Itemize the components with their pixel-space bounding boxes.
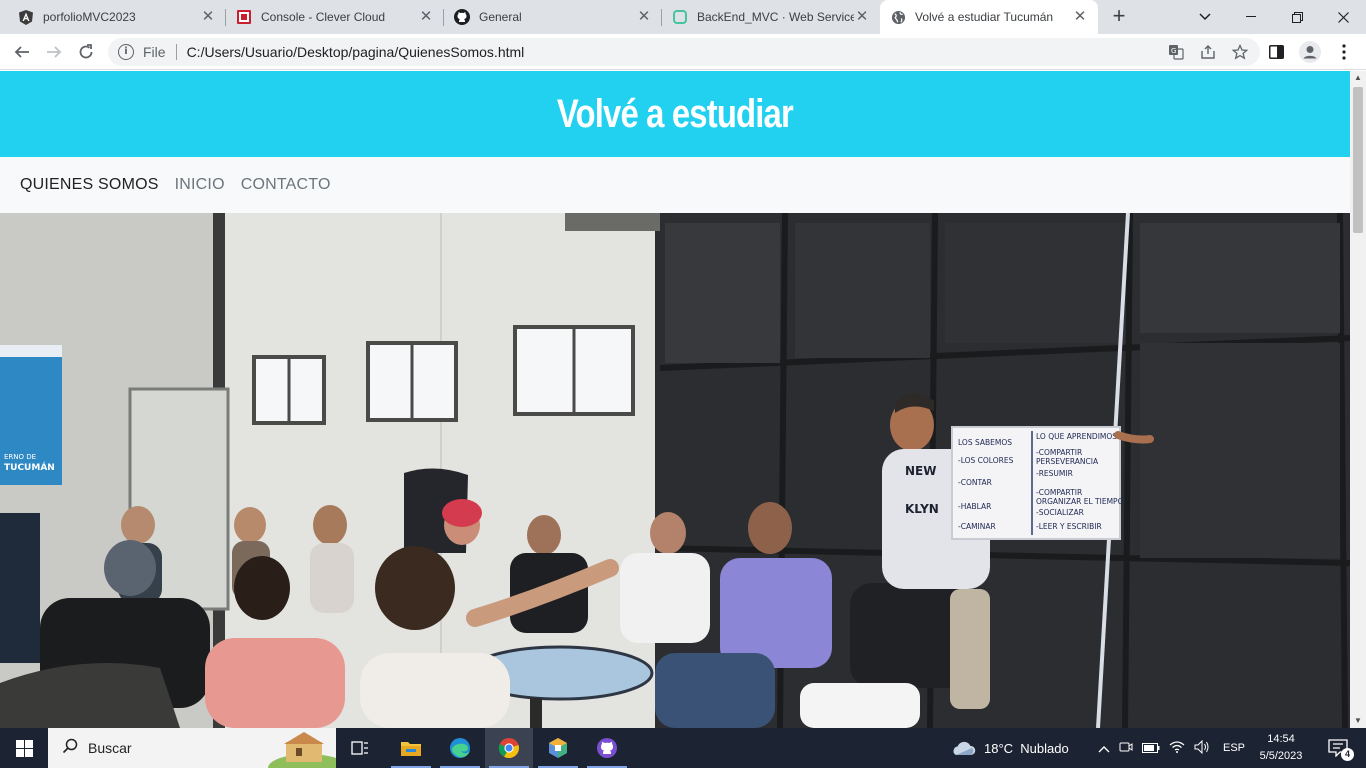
svg-text:-COMPARTIR: -COMPARTIR	[1036, 488, 1082, 497]
tab-title: General	[479, 10, 522, 24]
close-window-button[interactable]	[1320, 0, 1366, 34]
tab-backend-mvc[interactable]: BackEnd_MVC · Web Service ✕	[662, 0, 880, 34]
minimize-button[interactable]	[1228, 0, 1274, 34]
system-tray: ESP	[1098, 728, 1245, 768]
svg-text:ORGANIZAR EL TIEMPO: ORGANIZAR EL TIEMPO	[1036, 497, 1124, 506]
task-view-icon[interactable]	[336, 728, 384, 768]
file-explorer-icon[interactable]	[387, 728, 435, 768]
tab-github-general[interactable]: General ✕	[444, 0, 662, 34]
browser-menu-icon[interactable]	[1330, 38, 1358, 66]
site-nav: QUIENES SOMOS INICIO CONTACTO	[0, 157, 1350, 213]
browser-toolbar: i File C:/Users/Usuario/Desktop/pagina/Q…	[0, 34, 1366, 70]
url-text[interactable]: C:/Users/Usuario/Desktop/pagina/QuienesS…	[187, 44, 525, 60]
tab-title: porfolioMVC2023	[43, 10, 136, 24]
clever-cloud-icon	[236, 9, 252, 25]
globe-icon	[890, 9, 906, 25]
search-highlight-illustration	[256, 728, 348, 771]
scheme-label: File	[143, 44, 166, 60]
wifi-icon[interactable]	[1169, 740, 1185, 756]
close-tab-icon[interactable]: ✕	[1072, 9, 1088, 25]
svg-text:KLYN: KLYN	[905, 502, 939, 516]
back-button[interactable]	[9, 39, 35, 65]
clock[interactable]: 14:54 5/5/2023	[1254, 731, 1308, 765]
svg-text:PERSEVERANCIA: PERSEVERANCIA	[1036, 457, 1099, 466]
svg-text:-RESUMIR: -RESUMIR	[1036, 469, 1073, 478]
tab-porfolio[interactable]: porfolioMVC2023 ✕	[8, 0, 226, 34]
close-tab-icon[interactable]: ✕	[636, 9, 652, 25]
meet-now-icon[interactable]	[1119, 740, 1133, 757]
shirt-text: NEW	[905, 464, 936, 478]
translate-icon[interactable]: G	[1164, 40, 1188, 64]
chrome-icon[interactable]	[485, 728, 533, 768]
volume-icon[interactable]	[1194, 739, 1210, 757]
tab-volve-a-estudiar[interactable]: Volvé a estudiar Tucumán ✕	[880, 0, 1098, 34]
scroll-thumb[interactable]	[1353, 87, 1363, 233]
share-icon[interactable]	[1196, 40, 1220, 64]
new-tab-button[interactable]: +	[1108, 5, 1130, 28]
tab-title: BackEnd_MVC · Web Service	[697, 10, 854, 24]
edge-icon[interactable]	[436, 728, 484, 768]
search-icon	[62, 738, 78, 759]
nav-link-quienes-somos[interactable]: QUIENES SOMOS	[20, 176, 159, 194]
site-header: Volvé a estudiar	[0, 71, 1350, 157]
close-tab-icon[interactable]: ✕	[418, 9, 434, 25]
windows-taskbar: Buscar 18°C Nublado ESP 14:54 5/5/2023 4	[0, 728, 1366, 771]
windows-start-icon[interactable]	[0, 728, 48, 768]
maximize-button[interactable]	[1274, 0, 1320, 34]
weather-widget[interactable]: 18°C Nublado	[950, 728, 1069, 768]
page-viewport: Volvé a estudiar QUIENES SOMOS INICIO CO…	[0, 71, 1350, 728]
address-divider	[175, 44, 177, 60]
notification-count-badge: 4	[1341, 748, 1354, 761]
github-desktop-icon[interactable]	[583, 728, 631, 768]
svg-text:-LOS COLORES: -LOS COLORES	[958, 456, 1014, 465]
svg-text:-CAMINAR: -CAMINAR	[958, 522, 996, 531]
forward-button[interactable]	[41, 39, 67, 65]
hero-photo: ERNO DE TUCUMÁN NEW KLYN LOS SABEMOS -LO…	[0, 213, 1350, 728]
svg-text:G: G	[1171, 47, 1176, 55]
nav-link-contacto[interactable]: CONTACTO	[241, 176, 331, 194]
clock-time: 14:54	[1267, 733, 1295, 745]
clock-date: 5/5/2023	[1259, 750, 1303, 762]
page-scrollbar[interactable]: ▲ ▼	[1350, 71, 1366, 728]
reload-button[interactable]	[73, 39, 99, 65]
generic-app-icon[interactable]	[534, 728, 582, 768]
svg-text:-SOCIALIZAR: -SOCIALIZAR	[1036, 508, 1084, 517]
scroll-up-arrow-icon[interactable]: ▲	[1350, 71, 1366, 85]
tab-title: Console - Clever Cloud	[261, 10, 386, 24]
notification-center-button[interactable]: 4	[1318, 728, 1358, 768]
profile-avatar-icon[interactable]	[1296, 38, 1324, 66]
github-icon	[454, 9, 470, 25]
svg-text:-LEER Y ESCRIBIR: -LEER Y ESCRIBIR	[1036, 522, 1102, 531]
tab-title: Volvé a estudiar Tucumán	[915, 10, 1054, 24]
search-placeholder: Buscar	[88, 740, 132, 756]
side-panel-icon[interactable]	[1262, 38, 1290, 66]
show-hidden-icons-chevron-icon[interactable]	[1098, 741, 1110, 756]
angular-icon	[18, 9, 34, 25]
battery-icon[interactable]	[1142, 741, 1160, 756]
hero-photo-illustration: ERNO DE TUCUMÁN NEW KLYN LOS SABEMOS -LO…	[0, 213, 1350, 728]
tab-search-chevron-icon[interactable]	[1182, 0, 1228, 34]
scroll-down-arrow-icon[interactable]: ▼	[1350, 714, 1366, 728]
close-tab-icon[interactable]: ✕	[200, 9, 216, 25]
svg-text:-COMPARTIR: -COMPARTIR	[1036, 448, 1082, 457]
svg-text:-CONTAR: -CONTAR	[958, 478, 992, 487]
render-icon	[672, 9, 688, 25]
language-indicator[interactable]: ESP	[1223, 742, 1245, 754]
cloud-icon	[950, 739, 976, 757]
close-tab-icon[interactable]: ✕	[854, 9, 870, 25]
address-bar[interactable]: i File C:/Users/Usuario/Desktop/pagina/Q…	[108, 38, 1260, 66]
svg-text:LOS SABEMOS: LOS SABEMOS	[958, 438, 1012, 447]
browser-tab-strip: porfolioMVC2023 ✕ Console - Clever Cloud…	[0, 0, 1366, 34]
nav-link-inicio[interactable]: INICIO	[175, 176, 225, 194]
svg-text:-HABLAR: -HABLAR	[958, 502, 991, 511]
svg-text:LO QUE APRENDIMOS: LO QUE APRENDIMOS	[1036, 432, 1117, 441]
taskbar-search-box[interactable]: Buscar	[48, 728, 348, 771]
weather-text: 18°C Nublado	[984, 740, 1069, 756]
notification-icon: 4	[1328, 739, 1354, 761]
site-info-icon[interactable]: i	[118, 44, 134, 60]
bookmark-star-icon[interactable]	[1228, 40, 1252, 64]
tab-clever-cloud[interactable]: Console - Clever Cloud ✕	[226, 0, 444, 34]
site-title: Volvé a estudiar	[556, 91, 794, 136]
